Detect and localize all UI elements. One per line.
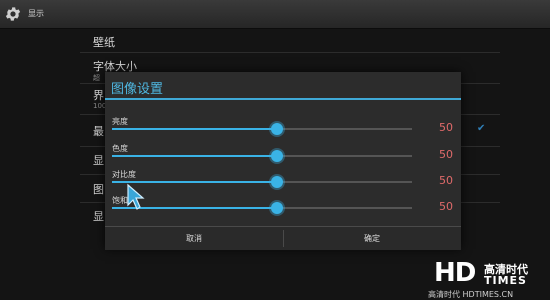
list-item-5[interactable]: 显 xyxy=(93,152,104,168)
saturation-setting: 饱和 50 xyxy=(105,195,461,221)
dialog-title: 图像设置 xyxy=(111,82,164,97)
checkmark-icon[interactable]: ✔ xyxy=(477,123,485,134)
slider-thumb[interactable] xyxy=(271,176,283,188)
list-divider xyxy=(80,52,500,53)
list-item-7[interactable]: 显 xyxy=(93,208,104,224)
slider-thumb[interactable] xyxy=(271,202,283,214)
list-item-font-size-summary: 超 xyxy=(93,74,100,82)
brightness-label: 亮度 xyxy=(112,117,128,126)
cancel-button[interactable]: 取消 xyxy=(105,227,283,250)
watermark-url: 高清时代 HDTIMES.CN xyxy=(428,290,514,299)
watermark-hd-text: HD xyxy=(434,258,476,288)
settings-gear-icon[interactable] xyxy=(4,5,22,23)
watermark-logo: HD 高清时代 TIMES 高清时代 HDTIMES.CN xyxy=(428,258,550,300)
slider-thumb[interactable] xyxy=(271,123,283,135)
ok-button[interactable]: 确定 xyxy=(283,227,461,250)
brightness-setting: 亮度 50 xyxy=(105,116,461,142)
watermark-times-text: TIMES xyxy=(484,274,527,287)
image-settings-dialog: 图像设置 亮度 50 色度 50 对比度 50 饱和 50 取消 确定 xyxy=(105,72,461,250)
dialog-button-bar: 取消 确定 xyxy=(105,226,461,250)
list-item-4[interactable]: 最 xyxy=(93,123,104,139)
slider-fill xyxy=(112,155,277,157)
list-item-wallpaper[interactable]: 壁纸 xyxy=(93,34,115,50)
contrast-setting: 对比度 50 xyxy=(105,169,461,195)
hue-value: 50 xyxy=(439,148,453,161)
brightness-value: 50 xyxy=(439,121,453,134)
saturation-value: 50 xyxy=(439,200,453,213)
slider-fill xyxy=(112,128,277,130)
contrast-value: 50 xyxy=(439,174,453,187)
list-item-6[interactable]: 图 xyxy=(93,181,104,197)
dialog-title-divider xyxy=(105,98,461,100)
hue-slider[interactable] xyxy=(112,150,412,162)
contrast-slider[interactable] xyxy=(112,176,412,188)
mouse-cursor-icon xyxy=(127,183,145,210)
hue-setting: 色度 50 xyxy=(105,143,461,169)
action-bar: 显示 xyxy=(0,0,550,29)
slider-thumb[interactable] xyxy=(271,150,283,162)
contrast-label: 对比度 xyxy=(112,170,136,179)
hue-label: 色度 xyxy=(112,144,128,153)
saturation-slider[interactable] xyxy=(112,202,412,214)
brightness-slider[interactable] xyxy=(112,123,412,135)
list-item-3[interactable]: 界 xyxy=(93,87,104,103)
app-title: 显示 xyxy=(28,9,44,18)
